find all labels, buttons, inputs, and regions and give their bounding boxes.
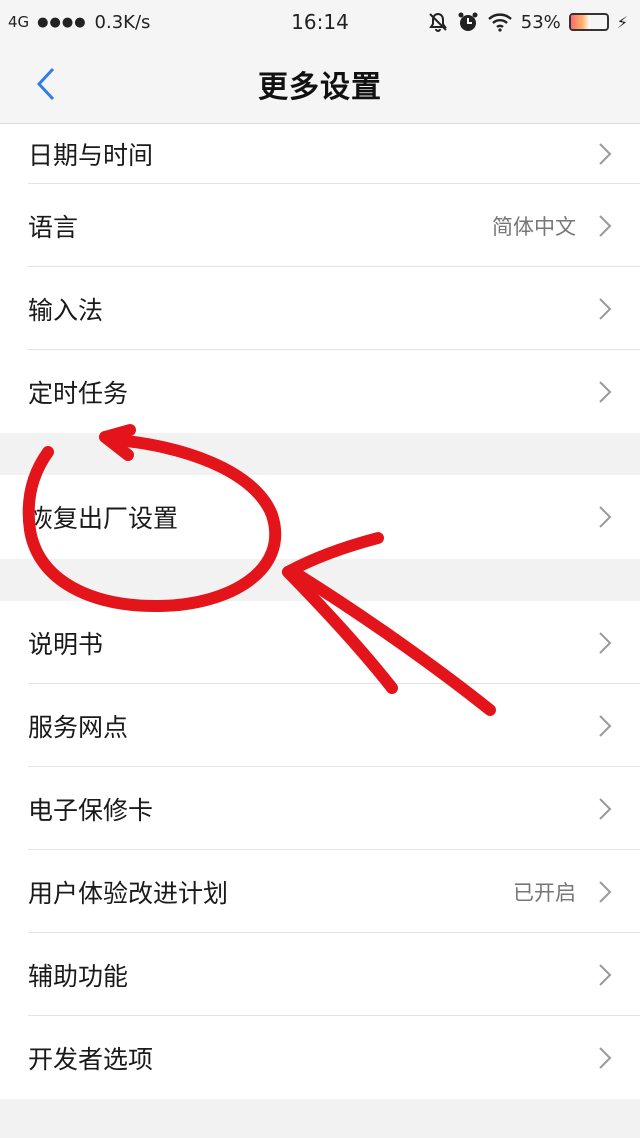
- setting-row-warranty-card[interactable]: 电子保修卡: [0, 767, 640, 850]
- setting-value: 简体中文: [492, 214, 576, 239]
- settings-group-support: 说明书 服务网点 电子保修卡 用户体验改进计划 已开启 辅助功能 开发者选项: [0, 601, 640, 1099]
- charging-bolt-icon: ⚡: [616, 12, 628, 32]
- chevron-right-icon: [599, 214, 612, 237]
- chevron-right-icon: [599, 143, 612, 165]
- settings-list: 日期与时间 语言 简体中文 输入法 定时任务 恢复出厂设置 说明书 服务网点 电…: [0, 124, 640, 1138]
- setting-row-factory-reset[interactable]: 恢复出厂设置: [0, 475, 640, 559]
- battery-level: [570, 15, 590, 29]
- group-separator: [0, 433, 640, 475]
- setting-row-developer-options[interactable]: 开发者选项: [0, 1016, 640, 1099]
- setting-label: 服务网点: [28, 712, 129, 742]
- setting-label: 定时任务: [28, 378, 129, 408]
- setting-label: 用户体验改进计划: [28, 878, 229, 908]
- wifi-icon: [487, 13, 512, 32]
- chevron-right-icon: [599, 297, 612, 320]
- setting-label: 输入法: [28, 295, 104, 325]
- network-speed: 0.3K/s: [94, 11, 151, 33]
- setting-row-language[interactable]: 语言 简体中文: [0, 184, 640, 267]
- signal-strength-icon: ●●●●: [37, 14, 87, 30]
- setting-row-scheduled-tasks[interactable]: 定时任务: [0, 350, 640, 433]
- setting-row-input-method[interactable]: 输入法: [0, 267, 640, 350]
- setting-label: 辅助功能: [28, 961, 129, 991]
- chevron-right-icon: [599, 714, 612, 737]
- setting-label: 日期与时间: [28, 141, 154, 170]
- setting-row-service-centers[interactable]: 服务网点: [0, 684, 640, 767]
- group-separator: [0, 559, 640, 601]
- page-title: 更多设置: [258, 69, 382, 105]
- setting-row-accessibility[interactable]: 辅助功能: [0, 933, 640, 1016]
- setting-row-manual[interactable]: 说明书: [0, 601, 640, 684]
- mute-bell-icon: [428, 12, 447, 32]
- chevron-right-icon: [599, 963, 612, 986]
- setting-label: 开发者选项: [28, 1044, 154, 1074]
- chevron-right-icon: [599, 797, 612, 820]
- chevron-right-icon: [599, 631, 612, 654]
- setting-label: 电子保修卡: [28, 795, 154, 825]
- status-right: 53% ⚡: [427, 11, 628, 33]
- status-left: 4G ●●●● 0.3K/s: [8, 12, 150, 33]
- settings-group-reset: 恢复出厂设置: [0, 475, 640, 559]
- setting-label: 说明书: [28, 629, 104, 659]
- chevron-right-icon: [599, 506, 612, 528]
- setting-label: 语言: [28, 212, 79, 242]
- battery-percent: 53%: [520, 11, 561, 33]
- alarm-icon: [458, 12, 478, 31]
- chevron-right-icon: [599, 1046, 612, 1069]
- status-bar: 4G ●●●● 0.3K/s 16:14 53% ⚡: [0, 0, 640, 44]
- network-type: 4G: [8, 13, 30, 31]
- nav-bar: 更多设置: [0, 44, 640, 124]
- chevron-left-icon: [36, 67, 55, 101]
- setting-row-experience-program[interactable]: 用户体验改进计划 已开启: [0, 850, 640, 933]
- back-button[interactable]: [28, 64, 64, 104]
- settings-group-general: 日期与时间 语言 简体中文 输入法 定时任务: [0, 124, 640, 433]
- chevron-right-icon: [599, 380, 612, 403]
- setting-label: 恢复出厂设置: [28, 504, 179, 533]
- setting-row-date-time[interactable]: 日期与时间: [0, 124, 640, 184]
- battery-icon: [568, 13, 609, 31]
- chevron-right-icon: [599, 880, 612, 903]
- setting-value: 已开启: [513, 880, 576, 905]
